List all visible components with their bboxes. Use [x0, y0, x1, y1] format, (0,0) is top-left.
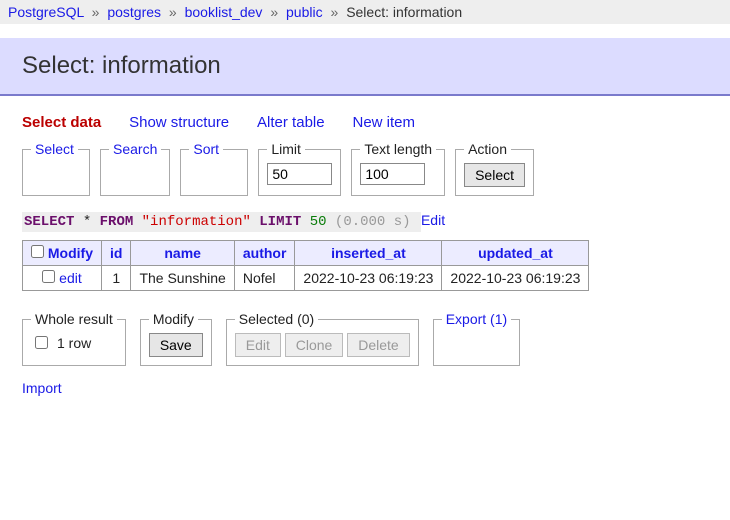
breadcrumb-item[interactable]: PostgreSQL: [8, 4, 84, 20]
one-row-checkbox[interactable]: [35, 336, 48, 349]
sql-string: "information": [142, 214, 251, 230]
select-fieldset: Select: [22, 141, 90, 196]
cell-id: 1: [102, 266, 131, 291]
breadcrumb-item[interactable]: booklist_dev: [185, 4, 263, 20]
clone-selected-button[interactable]: Clone: [285, 333, 344, 357]
tab-new-item[interactable]: New item: [352, 114, 415, 131]
table-header-row: Modify id name author inserted_at update…: [23, 241, 589, 266]
limit-legend: Limit: [267, 141, 305, 157]
tabs: Select data Show structure Alter table N…: [22, 114, 730, 131]
modify-fieldset: Modify Save: [140, 311, 212, 366]
sort-fieldset: Sort: [180, 141, 248, 196]
data-table: Modify id name author inserted_at update…: [22, 240, 589, 291]
modify-legend: Modify: [149, 311, 198, 327]
breadcrumb: PostgreSQL » postgres » booklist_dev » p…: [0, 0, 730, 24]
cell-name: The Sunshine: [131, 266, 234, 291]
header-updated-at[interactable]: updated_at: [478, 245, 553, 261]
sql-keyword: LIMIT: [259, 214, 301, 230]
edit-row-link[interactable]: edit: [59, 270, 82, 286]
selected-legend: Selected (0): [235, 311, 318, 327]
action-fieldset: Action Select: [455, 141, 534, 196]
table-row: edit 1 The Sunshine Nofel 2022-10-23 06:…: [23, 266, 589, 291]
select-all-checkbox[interactable]: [31, 245, 44, 258]
whole-result-legend: Whole result: [31, 311, 117, 327]
query-options: Select Search Sort Limit Text length Act…: [22, 141, 718, 196]
breadcrumb-separator: »: [169, 4, 177, 20]
export-legend[interactable]: Export (1): [446, 311, 507, 327]
breadcrumb-separator: »: [331, 4, 339, 20]
tab-select-data[interactable]: Select data: [22, 114, 101, 131]
limit-input[interactable]: [267, 163, 332, 185]
sql-number: 50: [310, 214, 327, 230]
header-name[interactable]: name: [164, 245, 201, 261]
header-author[interactable]: author: [243, 245, 287, 261]
export-fieldset: Export (1): [433, 311, 520, 366]
sort-legend[interactable]: Sort: [193, 141, 219, 157]
sql-keyword: SELECT: [24, 214, 74, 230]
cell-author: Nofel: [234, 266, 295, 291]
sql-keyword: FROM: [100, 214, 134, 230]
action-legend: Action: [464, 141, 511, 157]
select-legend[interactable]: Select: [35, 141, 74, 157]
tab-alter-table[interactable]: Alter table: [257, 114, 325, 131]
breadcrumb-separator: »: [92, 4, 100, 20]
cell-inserted-at: 2022-10-23 06:19:23: [295, 266, 442, 291]
cell-modify: edit: [23, 266, 102, 291]
one-row-text: 1 row: [57, 335, 91, 351]
bottom-controls: Whole result 1 row Modify Save Selected …: [22, 311, 730, 366]
sql-token: *: [83, 214, 91, 230]
breadcrumb-item[interactable]: public: [286, 4, 323, 20]
whole-result-fieldset: Whole result 1 row: [22, 311, 126, 366]
one-row-label[interactable]: 1 row: [31, 333, 117, 352]
selected-fieldset: Selected (0) Edit Clone Delete: [226, 311, 419, 366]
tab-show-structure[interactable]: Show structure: [129, 114, 229, 131]
search-legend[interactable]: Search: [113, 141, 157, 157]
header-id[interactable]: id: [110, 245, 122, 261]
sql-edit-link[interactable]: Edit: [421, 212, 445, 228]
select-button[interactable]: Select: [464, 163, 525, 187]
breadcrumb-item[interactable]: postgres: [107, 4, 161, 20]
cell-updated-at: 2022-10-23 06:19:23: [442, 266, 589, 291]
delete-selected-button[interactable]: Delete: [347, 333, 409, 357]
textlength-fieldset: Text length: [351, 141, 445, 196]
limit-fieldset: Limit: [258, 141, 341, 196]
search-fieldset: Search: [100, 141, 170, 196]
breadcrumb-current: Select: information: [346, 4, 462, 20]
row-checkbox[interactable]: [42, 270, 55, 283]
save-button[interactable]: Save: [149, 333, 203, 357]
header-inserted-at[interactable]: inserted_at: [331, 245, 406, 261]
header-modify-cell: Modify: [23, 241, 102, 266]
textlength-legend: Text length: [360, 141, 436, 157]
header-modify[interactable]: Modify: [48, 245, 93, 261]
breadcrumb-separator: »: [270, 4, 278, 20]
sql-timing: (0.000 s): [335, 214, 411, 230]
import-link[interactable]: Import: [22, 380, 62, 396]
sql-query: SELECT * FROM "information" LIMIT 50 (0.…: [22, 212, 730, 230]
edit-selected-button[interactable]: Edit: [235, 333, 281, 357]
page-title: Select: information: [0, 38, 730, 96]
textlength-input[interactable]: [360, 163, 425, 185]
